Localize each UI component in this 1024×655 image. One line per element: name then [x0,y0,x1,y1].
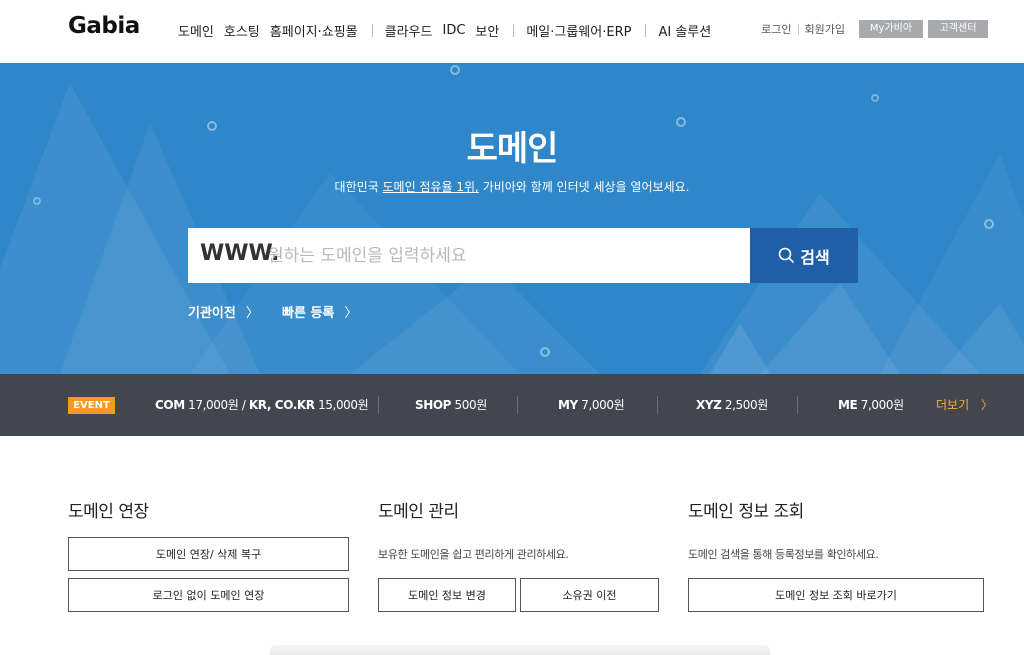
nav-divider [645,24,647,37]
event-badge: EVENT [68,397,115,414]
bottom-shadow [270,645,770,655]
event-item-me[interactable]: ME 7,000원 [838,396,904,413]
renew-restore-button[interactable]: 도메인 연장/ 삭제 복구 [68,537,349,571]
quick-register-link[interactable]: 빠른 등록 〉 [282,302,357,321]
tld-label: XYZ [696,398,722,412]
tld-price: 15,000원 [318,398,369,412]
whois-lookup-button[interactable]: 도메인 정보 조회 바로가기 [688,578,984,612]
chevron-right-icon: 〉 [344,306,358,321]
section-domain-whois: 도메인 정보 조회 도메인 검색을 통해 등록정보를 확인하세요. [688,497,984,561]
event-divider [378,396,379,414]
hero-subtitle: 대한민국 도메인 점유율 1위, 가비아와 함께 인터넷 세상을 열어보세요. [0,178,1024,195]
search-button[interactable]: 검색 [750,228,858,283]
market-share-link[interactable]: 도메인 점유율 1위, [383,180,479,194]
event-item-shop[interactable]: SHOP 500원 [415,396,487,413]
tld-label: MY [558,398,578,412]
tld-price: 7,000원 [860,398,904,412]
event-more-label: 더보기 [936,398,970,412]
tld-label: ME [838,398,858,412]
nav-mail-groupware-erp[interactable]: 메일·그룹웨어·ERP [526,21,631,40]
event-divider [657,396,658,414]
nav-divider [371,24,373,37]
event-more-link[interactable]: 더보기 〉 [936,396,993,413]
nav-ai-solution[interactable]: AI 솔루션 [658,21,711,40]
quick-register-label: 빠른 등록 [282,306,335,321]
tld-label: COM [155,398,185,412]
nav-idc[interactable]: IDC [442,23,465,38]
tld-price: 17,000원 [188,398,239,412]
section-domain-renewal: 도메인 연장 [68,497,349,522]
section-description: 보유한 도메인을 쉽고 편리하게 관리하세요. [378,548,569,561]
event-item-xyz[interactable]: XYZ 2,500원 [696,396,768,413]
event-item-my[interactable]: MY 7,000원 [558,396,625,413]
tld-price: 500원 [454,398,488,412]
tld-price: 7,000원 [581,398,625,412]
signup-link[interactable]: 회원가입 [805,21,845,37]
gabia-logo[interactable]: Gabia [68,13,140,39]
tld-label: KR, CO.KR [248,398,315,412]
section-description: 도메인 검색을 통해 등록정보를 확인하세요. [688,548,879,561]
nav-domain[interactable]: 도메인 [178,21,214,40]
domain-search-input[interactable] [268,238,738,273]
institution-transfer-label: 기관이전 [188,306,236,321]
tld-label: SHOP [415,398,452,412]
renew-without-login-button[interactable]: 로그인 없이 도메인 연장 [68,578,349,612]
my-gabia-button[interactable]: My가비아 [859,20,923,38]
nav-security[interactable]: 보안 [475,21,499,40]
nav-hosting[interactable]: 호스팅 [224,21,260,40]
section-domain-management: 도메인 관리 보유한 도메인을 쉽고 편리하게 관리하세요. [378,497,659,561]
subtitle-post: 가비아와 함께 인터넷 세상을 열어보세요. [478,180,690,194]
section-title: 도메인 연장 [68,502,149,522]
search-button-label: 검색 [800,247,830,267]
login-link[interactable]: 로그인 [761,21,791,37]
util-divider [797,23,799,35]
nav-homepage-shop[interactable]: 홈페이지·쇼핑몰 [270,21,358,40]
utility-menu: 로그인 회원가입 My가비아 고객센터 [761,20,988,38]
section-title: 도메인 정보 조회 [688,502,804,522]
change-domain-info-button[interactable]: 도메인 정보 변경 [378,578,516,612]
hero-banner: 도메인 대한민국 도메인 점유율 1위, 가비아와 함께 인터넷 세상을 열어보… [0,63,1024,374]
nav-cloud[interactable]: 클라우드 [385,21,433,40]
domain-search-box: WWW. [188,228,750,283]
tld-sep: / [238,398,249,412]
event-divider [517,396,518,414]
customer-center-button[interactable]: 고객센터 [928,20,988,38]
header: Gabia 도메인 호스팅 홈페이지·쇼핑몰 클라우드 IDC 보안 메일·그룹… [0,0,1024,63]
section-title: 도메인 관리 [378,502,459,522]
hero-background-pattern [0,65,1024,374]
chevron-right-icon: 〉 [245,306,259,321]
search-icon [778,247,795,264]
subtitle-pre: 대한민국 [334,180,383,194]
main-nav: 도메인 호스팅 홈페이지·쇼핑몰 클라우드 IDC 보안 메일·그룹웨어·ERP… [178,21,721,40]
event-item-com-kr[interactable]: COM 17,000원 / KR, CO.KR 15,000원 [155,396,369,413]
hero-title: 도메인 [466,129,559,169]
nav-divider [513,24,515,37]
event-divider [797,396,798,414]
tld-price: 2,500원 [724,398,768,412]
institution-transfer-link[interactable]: 기관이전 〉 [188,302,259,321]
event-price-bar: EVENT COM 17,000원 / KR, CO.KR 15,000원 SH… [0,374,1024,436]
ownership-transfer-button[interactable]: 소유권 이전 [520,578,659,612]
chevron-right-icon: 〉 [980,398,993,412]
